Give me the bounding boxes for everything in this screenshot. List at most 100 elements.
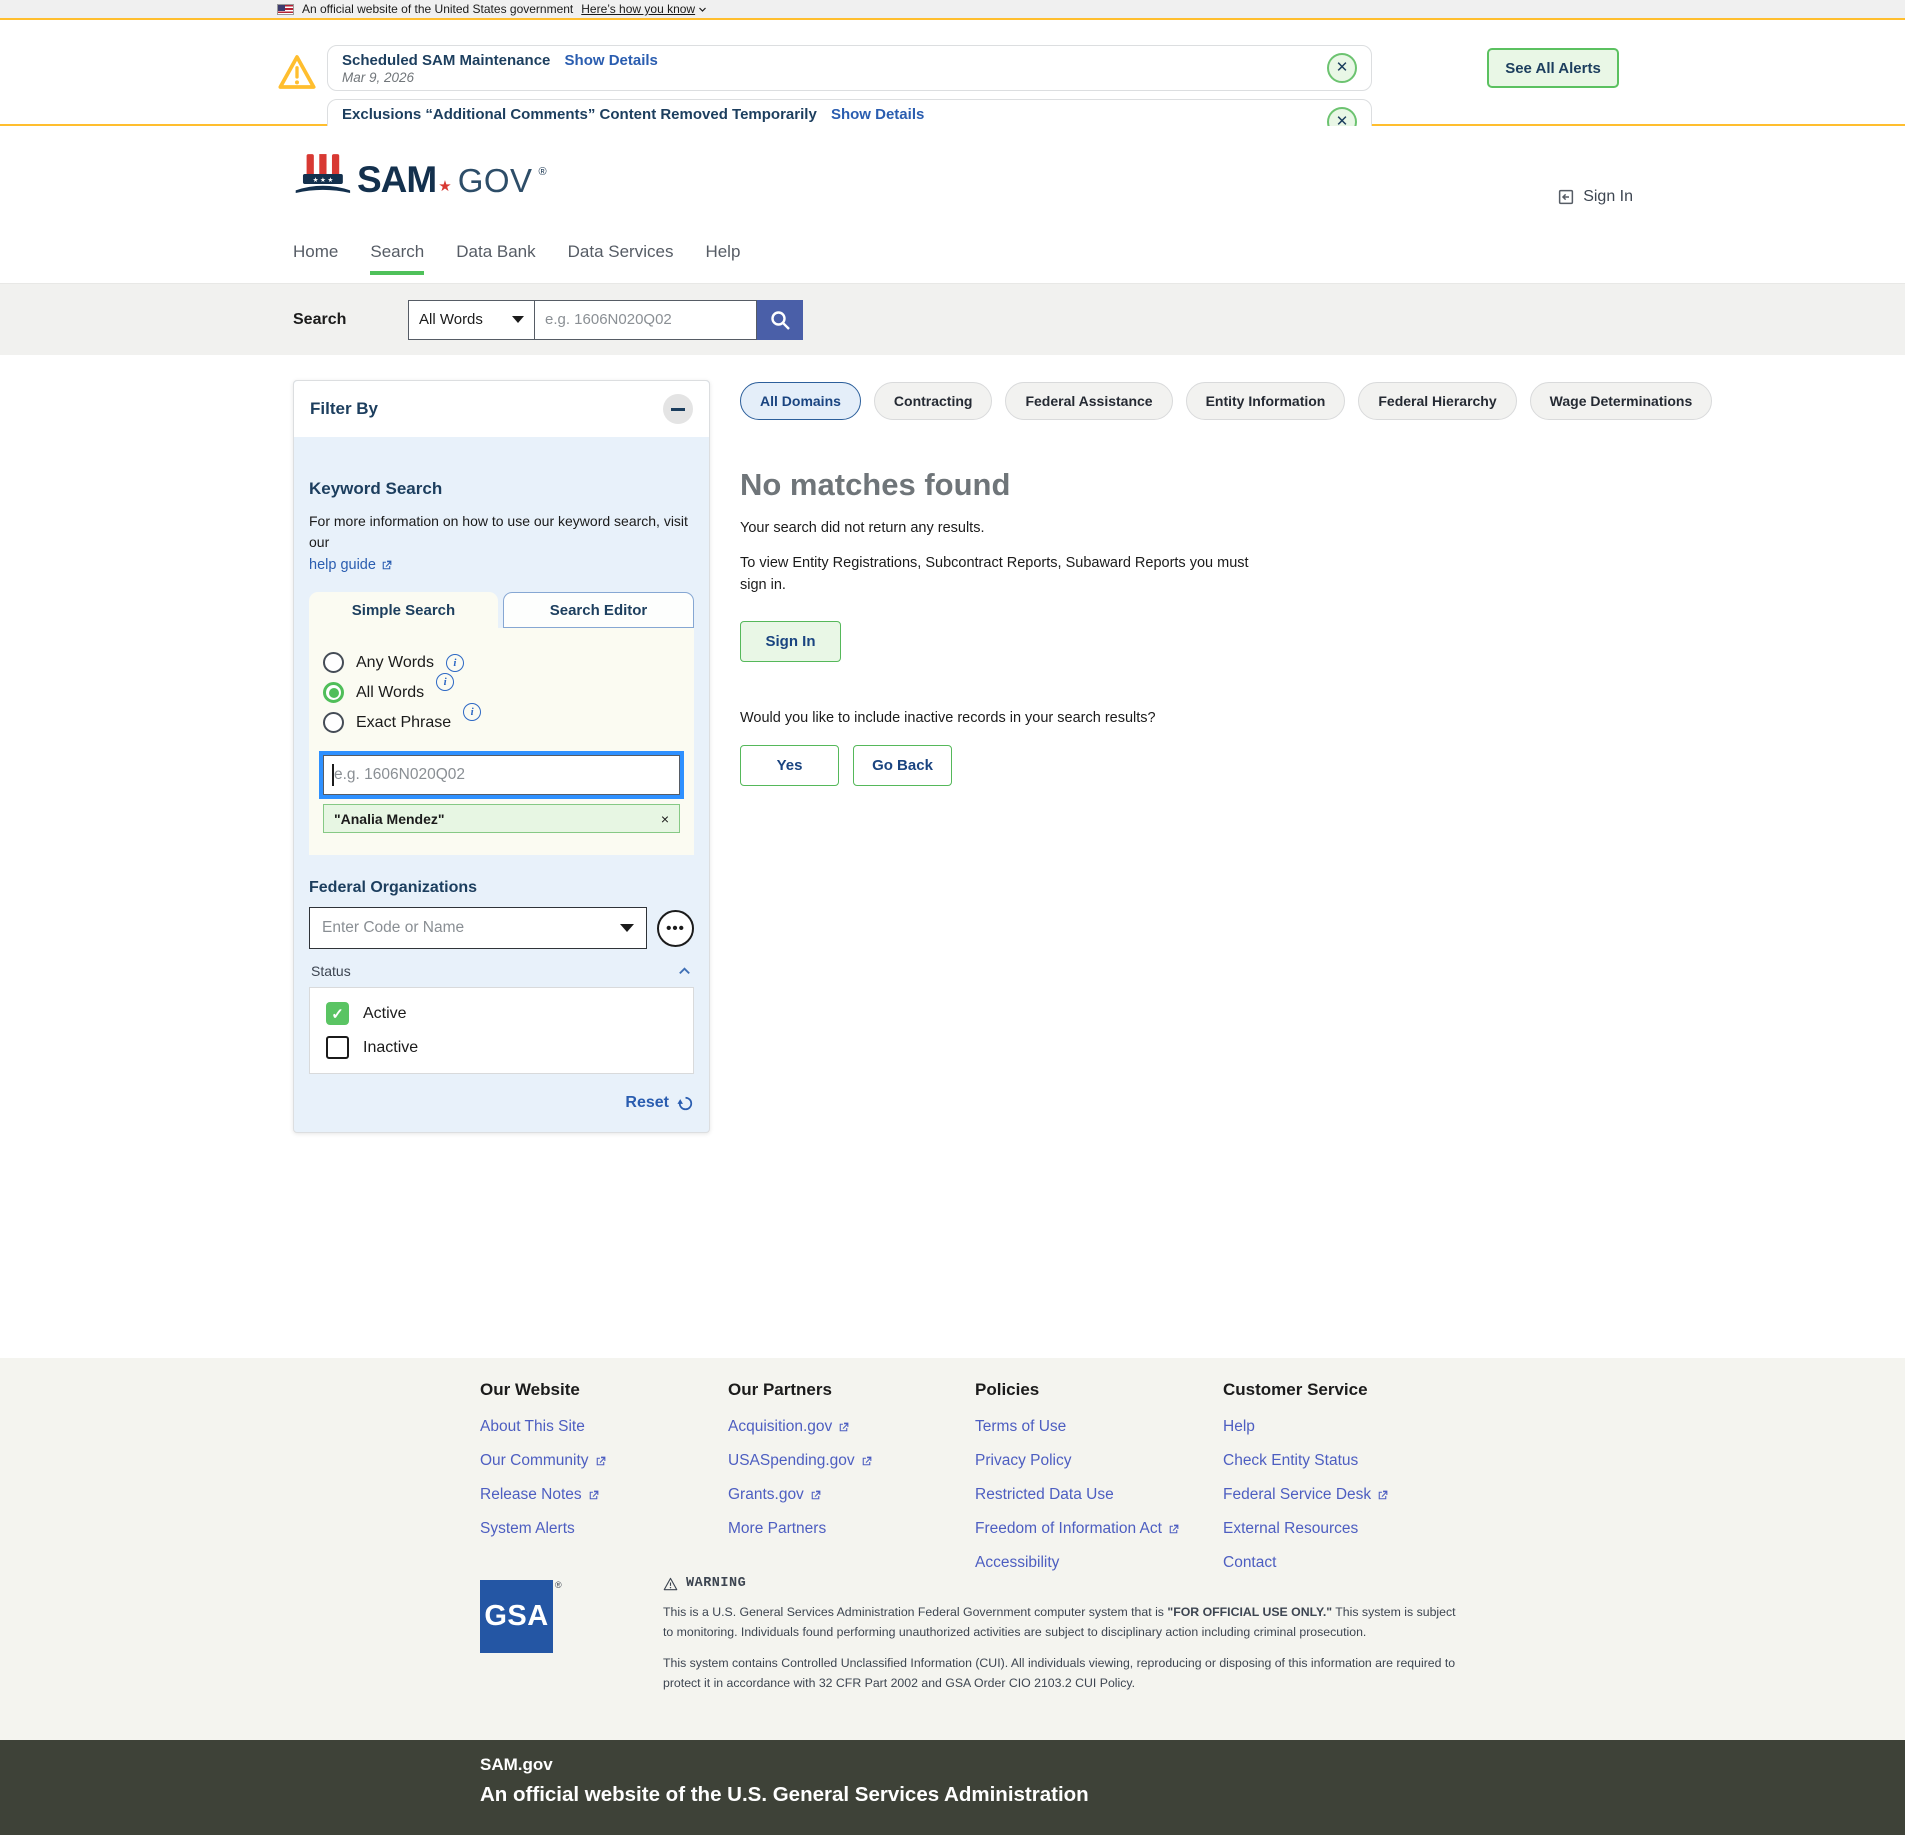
alert-card: Scheduled SAM Maintenance Show Details M… [327,45,1372,91]
go-back-button[interactable]: Go Back [853,745,952,786]
alert-title: Scheduled SAM Maintenance [342,52,550,69]
checkbox-active[interactable]: ✓ [326,1002,349,1025]
search-results: All Domains Contracting Federal Assistan… [740,382,1640,786]
dark-footer-tagline: An official website of the U.S. General … [480,1783,1905,1807]
uncle-sam-hat-icon: ★ ★ ★ [293,152,351,196]
status-options-box: ✓ Active Inactive [309,987,694,1074]
domain-pill-federal-assistance[interactable]: Federal Assistance [1005,382,1172,420]
warning-triangle-icon [277,48,317,96]
search-mode-select[interactable]: All Words [408,300,535,340]
tab-simple-search[interactable]: Simple Search [309,592,498,628]
footer-link-accessibility[interactable]: Accessibility [975,1554,1215,1572]
radio-any-words-label: Any Words [356,654,434,672]
simple-search-panel: Any Words i All Words i Exact Phrase i [309,628,694,855]
footer-link-foia[interactable]: Freedom of Information Act [975,1520,1215,1538]
domain-pill-federal-hierarchy[interactable]: Federal Hierarchy [1358,382,1516,420]
logo-registered-mark: ® [539,166,547,178]
footer-column-customer-service: Customer Service Help Check Entity Statu… [1223,1380,1463,1572]
footer-link-our-community[interactable]: Our Community [480,1452,720,1470]
search-icon [768,308,792,332]
chevron-up-icon[interactable] [677,964,692,979]
help-guide-link[interactable]: help guide [309,557,393,573]
radio-exact-phrase-label: Exact Phrase [356,714,451,732]
keyword-search-input[interactable] [323,755,680,795]
keyword-chip: "Analia Mendez" × [323,804,680,833]
reset-filters-button[interactable]: Reset [309,1094,694,1112]
dark-footer-title: SAM.gov [480,1755,1905,1775]
sign-in-button[interactable]: Sign In [740,621,841,662]
federal-org-select[interactable]: Enter Code or Name [309,907,647,949]
us-flag-icon [277,4,294,15]
info-icon[interactable]: i [436,673,454,691]
warning-paragraph-2: This system contains Controlled Unclassi… [663,1654,1468,1693]
filter-by-title: Filter By [310,399,378,419]
alert-title: Exclusions “Additional Comments” Content… [342,106,817,123]
footer-link-terms-of-use[interactable]: Terms of Use [975,1418,1215,1436]
alert-close-button[interactable]: ✕ [1327,53,1357,83]
radio-exact-phrase[interactable] [323,712,344,733]
nav-item-search[interactable]: Search [370,242,424,275]
search-label: Search [293,311,357,329]
system-warning-block: WARNING This is a U.S. General Services … [663,1576,1468,1694]
search-submit-button[interactable] [757,300,803,340]
site-header: ★ ★ ★ SAM ★ GOV ® Sign In [0,126,1905,242]
filter-panel-header: Filter By [294,381,709,437]
radio-all-words-label: All Words [356,684,424,702]
footer-link-release-notes[interactable]: Release Notes [480,1486,720,1504]
nav-item-data-services[interactable]: Data Services [568,242,674,271]
footer-link-check-entity-status[interactable]: Check Entity Status [1223,1452,1463,1470]
global-search-input[interactable] [535,300,757,340]
footer-link-more-partners[interactable]: More Partners [728,1520,968,1538]
checkbox-inactive[interactable] [326,1036,349,1059]
domain-pill-entity-information[interactable]: Entity Information [1186,382,1346,420]
footer-link-federal-service-desk[interactable]: Federal Service Desk [1223,1486,1463,1504]
how-you-know-link[interactable]: Here’s how you know [581,2,707,16]
show-details-link[interactable]: Show Details [831,106,924,123]
gsa-logo-block: GSA ® [480,1580,562,1653]
info-icon[interactable]: i [463,703,481,721]
main-content: Filter By Keyword Search For more inform… [0,355,1905,1358]
domain-pill-all-domains[interactable]: All Domains [740,382,861,420]
domain-pill-contracting[interactable]: Contracting [874,382,993,420]
footer-link-external-resources[interactable]: External Resources [1223,1520,1463,1538]
footer-link-system-alerts[interactable]: System Alerts [480,1520,720,1538]
collapse-filters-button[interactable] [663,394,693,424]
footer-link-acquisition-gov[interactable]: Acquisition.gov [728,1418,968,1436]
more-options-button[interactable]: ••• [657,910,694,947]
alert-date: Mar 9, 2026 [342,70,658,85]
footer-link-grants-gov[interactable]: Grants.gov [728,1486,968,1504]
sam-gov-logo[interactable]: ★ ★ ★ SAM ★ GOV ® [293,152,547,196]
warning-title: WARNING [686,1576,746,1591]
nav-item-data-bank[interactable]: Data Bank [456,242,535,271]
external-link-icon [587,1489,600,1502]
radio-any-words[interactable] [323,652,344,673]
external-link-icon [1376,1489,1389,1502]
footer-link-help[interactable]: Help [1223,1418,1463,1436]
footer-link-contact[interactable]: Contact [1223,1554,1463,1572]
inactive-records-question: Would you like to include inactive recor… [740,710,1640,726]
text-cursor [332,764,334,786]
footer-link-about-this-site[interactable]: About This Site [480,1418,720,1436]
logo-sam-text: SAM [357,163,436,196]
footer-link-privacy-policy[interactable]: Privacy Policy [975,1452,1215,1470]
external-link-icon [860,1455,873,1468]
keyword-search-heading: Keyword Search [309,479,694,499]
yes-button[interactable]: Yes [740,745,839,786]
see-all-alerts-button[interactable]: See All Alerts [1487,48,1619,88]
tab-search-editor[interactable]: Search Editor [503,592,694,628]
header-sign-in-link[interactable]: Sign In [1557,188,1633,206]
footer-column-policies: Policies Terms of Use Privacy Policy Res… [975,1380,1215,1572]
footer-link-usaspending-gov[interactable]: USASpending.gov [728,1452,968,1470]
domain-pill-wage-determinations[interactable]: Wage Determinations [1530,382,1713,420]
nav-item-help[interactable]: Help [705,242,740,271]
domain-filter-row: All Domains Contracting Federal Assistan… [740,382,1640,420]
show-details-link[interactable]: Show Details [565,52,658,69]
info-icon[interactable]: i [446,654,464,672]
chip-remove-button[interactable]: × [661,811,669,827]
radio-all-words[interactable] [323,682,344,703]
gsa-logo: GSA [480,1580,553,1653]
warning-paragraph-1: This is a U.S. General Services Administ… [663,1603,1468,1642]
nav-item-home[interactable]: Home [293,242,338,271]
external-link-icon [1167,1523,1180,1536]
footer-link-restricted-data-use[interactable]: Restricted Data Use [975,1486,1215,1504]
